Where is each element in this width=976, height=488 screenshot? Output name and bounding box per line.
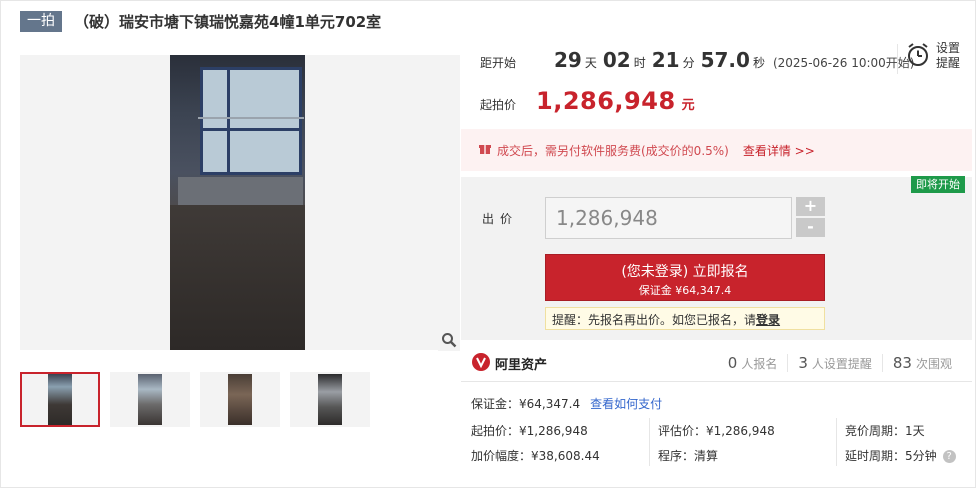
info-divider [461, 381, 972, 382]
brand-name: 阿里资产 [495, 358, 548, 373]
start-time: (2025-06-26 10:00开始) [772, 56, 915, 70]
how-to-pay-link[interactable]: 查看如何支付 [590, 397, 662, 411]
col-divider-2 [836, 418, 837, 466]
page-title: （破）瑞安市塘下镇瑞悦嘉苑4幢1单元702室 [74, 12, 382, 31]
countdown-minutes-unit: 分 [682, 56, 695, 70]
zoom-icon[interactable] [438, 329, 460, 351]
bid-amount-input[interactable]: 1,286,948 [545, 197, 792, 239]
alarm-clock-icon [906, 42, 930, 71]
decrease-bid-button[interactable]: - [796, 218, 825, 237]
detail-eval-price: 评估价：¥1,286,948 [658, 424, 775, 438]
signup-main-label: (您未登录) 立即报名 [621, 264, 749, 280]
countdown-label: 距开始 [480, 56, 517, 70]
countdown-days: 29 [554, 48, 582, 72]
brand: 阿里资产 [471, 352, 547, 375]
col-divider-1 [649, 418, 650, 466]
ali-assets-logo-icon [471, 352, 491, 375]
thumbnail-3[interactable] [200, 372, 280, 427]
login-tip: 提醒：先报名再出价。如您已报名，请登录 [545, 307, 825, 330]
main-photo-viewer[interactable] [20, 55, 460, 350]
title-row: 一拍 （破）瑞安市塘下镇瑞悦嘉苑4幢1单元702室 [20, 10, 381, 32]
start-price-label: 起拍价 [480, 98, 517, 112]
detail-start-price: 起拍价：¥1,286,948 [471, 424, 588, 438]
set-reminder-button[interactable]: 设置 提醒 [906, 41, 960, 71]
detail-procedure: 程序：清算 [658, 449, 719, 463]
thumbnail-4[interactable] [290, 372, 370, 427]
service-fee-notice: 成交后，需另付软件服务费(成交价的0.5%) 查看详情 >> [461, 129, 972, 171]
start-price-unit: 元 [681, 98, 695, 113]
round-badge: 一拍 [20, 10, 62, 32]
thumbnail-1[interactable] [20, 372, 100, 427]
start-price-value: 1,286,948 [536, 87, 676, 115]
notice-text: 成交后，需另付软件服务费(成交价的0.5%) [497, 143, 729, 158]
countdown-row: 距开始 29 天 02 时 21 分 57.0 秒 (2025-06-26 10… [480, 48, 914, 72]
login-link[interactable]: 登录 [756, 313, 780, 327]
stat-reminders: 3 人设置提醒 [787, 354, 882, 372]
detail-cycle: 竞价周期：1天 [845, 424, 925, 438]
detail-delay-row: 延时周期：5分钟? [845, 447, 956, 464]
help-icon[interactable]: ? [942, 450, 956, 463]
countdown-hours: 02 [602, 48, 631, 72]
increase-bid-button[interactable]: + [796, 197, 825, 216]
deposit-row: 保证金：¥64,347.4 查看如何支付 [471, 395, 662, 412]
detail-delay: 延时周期：5分钟 [845, 449, 937, 463]
remind-divider [897, 44, 898, 74]
countdown-minutes: 21 [651, 48, 680, 72]
gift-icon [479, 143, 491, 158]
countdown-seconds-unit: 秒 [752, 56, 765, 70]
countdown-hours-unit: 时 [633, 56, 646, 70]
view-details-link[interactable]: 查看详情 >> [743, 142, 815, 159]
start-price-row: 起拍价 1,286,948 元 [480, 87, 695, 115]
signup-deposit-label: 保证金 ¥64,347.4 [638, 284, 732, 297]
tip-text: 提醒：先报名再出价。如您已报名，请 [552, 313, 757, 327]
status-badge: 即将开始 [911, 176, 965, 193]
thumbnail-strip [20, 372, 380, 427]
stat-views: 83 次围观 [881, 354, 962, 372]
room-photo [170, 55, 305, 350]
detail-increment: 加价幅度：¥38,608.44 [471, 449, 600, 463]
stats: 0 人报名 3 人设置提醒 83 次围观 [718, 354, 962, 372]
brand-row: 阿里资产 0 人报名 3 人设置提醒 83 次围观 [461, 345, 972, 381]
countdown-seconds: 57.0 [700, 48, 750, 72]
stat-signups: 0 人报名 [727, 354, 778, 372]
remind-label: 设置 提醒 [936, 41, 961, 70]
signup-button[interactable]: (您未登录) 立即报名 保证金 ¥64,347.4 [545, 254, 825, 301]
countdown-days-unit: 天 [584, 56, 597, 70]
thumbnail-2[interactable] [110, 372, 190, 427]
deposit-value: 保证金：¥64,347.4 [471, 397, 581, 411]
bid-label: 出价 [482, 212, 519, 226]
